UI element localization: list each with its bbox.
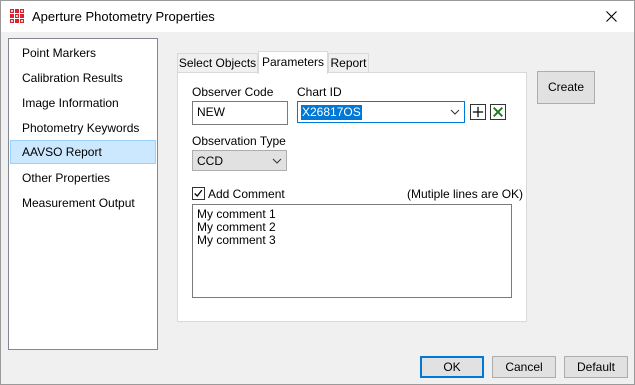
observer-code-label: Observer Code	[192, 85, 274, 99]
chevron-down-icon	[272, 158, 282, 164]
dialog-window: Aperture Photometry Properties Point Mar…	[0, 0, 635, 385]
sidebar-item-image-information[interactable]: Image Information	[10, 91, 156, 115]
comment-textarea[interactable]: My comment 1 My comment 2 My comment 3	[192, 204, 512, 298]
title-bar[interactable]: Aperture Photometry Properties	[1, 1, 634, 32]
add-comment-label[interactable]: Add Comment	[208, 187, 285, 201]
sidebar-item-aavso-report[interactable]: AAVSO Report	[10, 140, 156, 164]
create-button[interactable]: Create	[537, 71, 595, 104]
default-button[interactable]: Default	[564, 356, 628, 378]
category-list[interactable]: Point Markers Calibration Results Image …	[8, 38, 158, 350]
chart-id-value: X26817OS	[301, 105, 362, 120]
plus-icon	[472, 106, 484, 118]
sidebar-item-photometry-keywords[interactable]: Photometry Keywords	[10, 116, 156, 140]
sidebar-item-measurement-output[interactable]: Measurement Output	[10, 191, 156, 215]
tab-report[interactable]: Report	[328, 53, 369, 73]
close-icon	[605, 11, 617, 22]
window-title: Aperture Photometry Properties	[32, 9, 215, 24]
photometry-app-icon	[9, 8, 25, 24]
sidebar-item-other-properties[interactable]: Other Properties	[10, 166, 156, 190]
close-button[interactable]	[588, 1, 634, 32]
observation-type-dropdown[interactable]: CCD	[192, 150, 287, 171]
parameters-panel: Observer Code NEW Chart ID X26817OS Obse…	[177, 72, 527, 322]
sidebar-item-point-markers[interactable]: Point Markers	[10, 41, 156, 65]
observation-type-label: Observation Type	[192, 134, 286, 148]
x-box-icon	[493, 107, 503, 117]
checkmark-icon	[194, 189, 203, 197]
cancel-button[interactable]: Cancel	[492, 356, 556, 378]
add-comment-checkbox[interactable]	[192, 187, 205, 200]
delete-chart-button[interactable]	[490, 104, 506, 120]
observer-code-input[interactable]: NEW	[192, 101, 288, 125]
chevron-down-icon	[450, 109, 460, 115]
chart-id-combo[interactable]: X26817OS	[297, 101, 465, 123]
observation-type-value: CCD	[197, 154, 223, 168]
sidebar-item-calibration-results[interactable]: Calibration Results	[10, 66, 156, 90]
multiline-hint: (Mutiple lines are OK)	[407, 187, 524, 201]
tab-select-objects[interactable]: Select Objects	[177, 53, 258, 73]
tab-parameters[interactable]: Parameters	[258, 51, 328, 74]
chart-id-label: Chart ID	[297, 85, 342, 99]
comment-line: My comment 3	[197, 233, 276, 247]
add-chart-button[interactable]	[470, 104, 486, 120]
ok-button[interactable]: OK	[420, 356, 484, 378]
